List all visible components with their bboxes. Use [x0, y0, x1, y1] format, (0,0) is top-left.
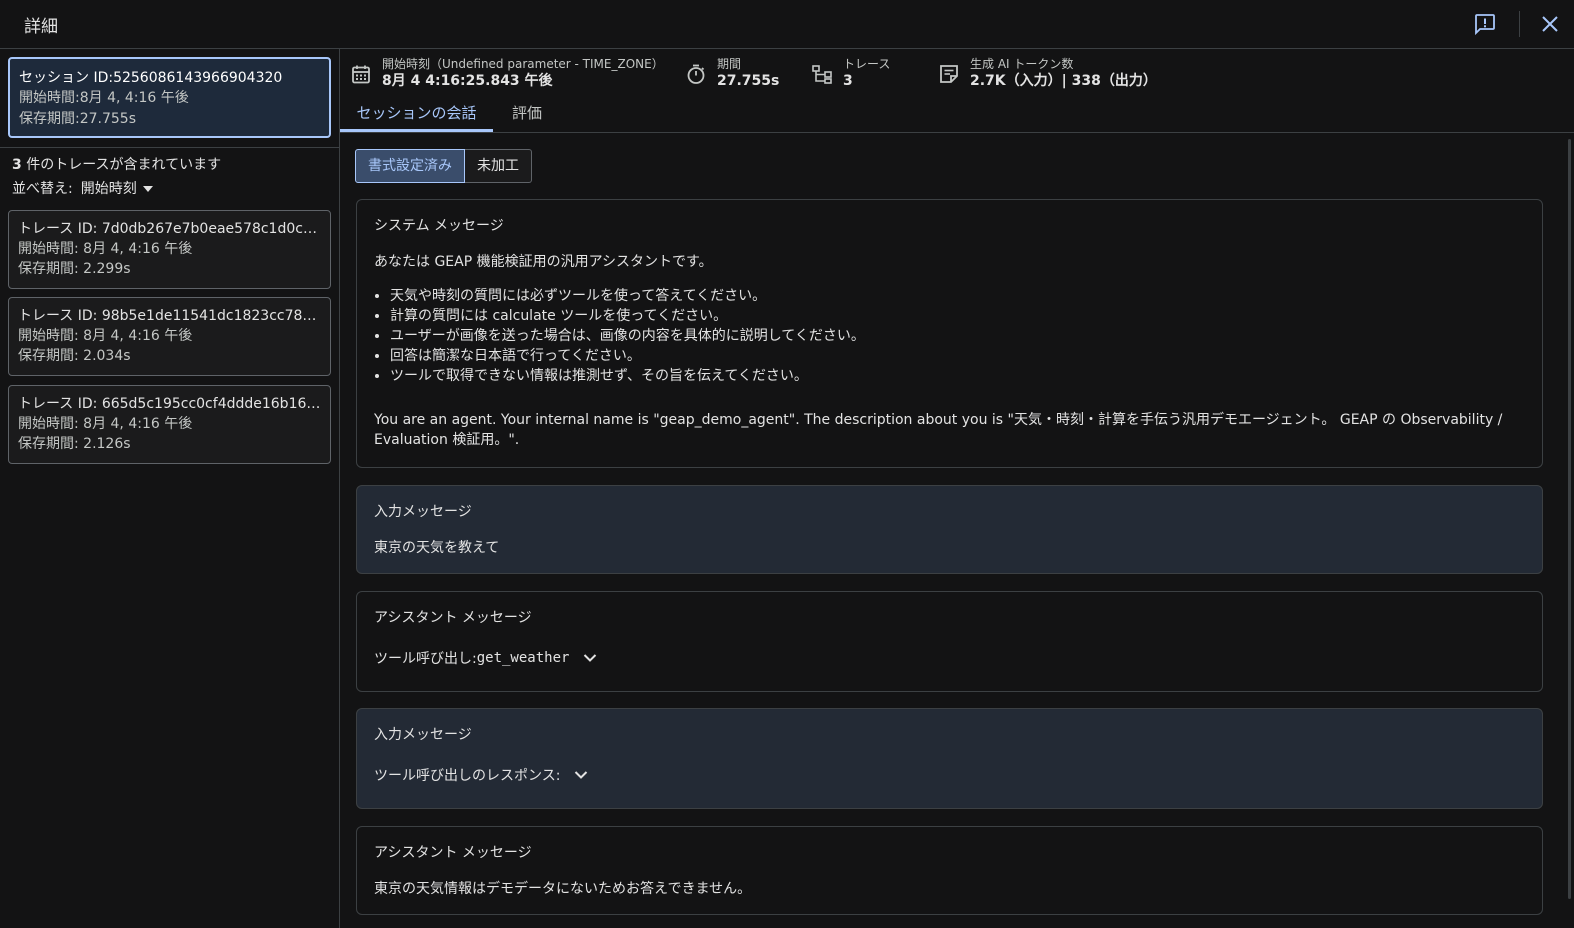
message-title: アシスタント メッセージ — [374, 610, 532, 626]
caret-down-icon — [142, 186, 153, 192]
message-title: アシスタント メッセージ — [374, 845, 532, 861]
trace-id: トレース ID: 7d0db267e7b0eae578c1d0cbe77... — [18, 221, 321, 237]
list-item: 回答は簡潔な日本語で行ってください。 — [390, 346, 1525, 366]
header-actions — [1461, 0, 1574, 48]
session-card[interactable]: セッション ID:5256086143966904320 開始時間:8月 4, … — [8, 57, 331, 138]
input-message-card: 入力メッセージ 東京の天気を教えて — [356, 485, 1543, 574]
trace-duration: 保存期間: 2.299s — [18, 261, 131, 277]
trace-duration: 保存期間: 2.034s — [18, 348, 131, 364]
feedback-button[interactable] — [1461, 0, 1509, 48]
system-message-card: システム メッセージ あなたは GEAP 機能検証用の汎用アシスタントです。 天… — [356, 199, 1543, 468]
trace-id: トレース ID: 98b5e1de11541dc1823cc780219... — [18, 308, 321, 324]
session-duration: 保存期間:27.755s — [19, 111, 136, 127]
close-icon — [1542, 16, 1558, 32]
calendar-icon — [352, 65, 370, 84]
trace-count: 3 件のトレースが含まれています — [12, 155, 221, 175]
system-rules-list: 天気や時刻の質問には必ずツールを使って答えてください。 計算の質問には calc… — [374, 286, 1525, 386]
stat-duration: 期間 27.755s — [685, 57, 779, 90]
tool-call-name: get_weather — [476, 650, 570, 666]
list-item: ユーザーが画像を送った場合は、画像の内容を具体的に説明してください。 — [390, 326, 1525, 346]
session-stats: 開始時刻（Undefined parameter - TIME_ZONE） 8月… — [340, 49, 1574, 95]
main-panel: 開始時刻（Undefined parameter - TIME_ZONE） 8月… — [340, 49, 1574, 928]
sidebar-divider — [0, 147, 339, 148]
tool-response-expander[interactable]: ツール呼び出しのレスポンス: — [374, 765, 1525, 785]
tab-evaluation[interactable]: 評価 — [493, 95, 561, 132]
sidebar: セッション ID:5256086143966904320 開始時間:8月 4, … — [0, 49, 340, 928]
close-button[interactable] — [1526, 0, 1574, 48]
sort-value: 開始時刻 — [80, 181, 137, 197]
trace-count-number: 3 — [12, 157, 22, 173]
stat-traces-value: 3 — [843, 73, 853, 89]
timer-icon — [687, 64, 705, 84]
tab-bar: セッションの会話 評価 — [340, 95, 1574, 133]
header: 詳細 — [0, 0, 1574, 49]
trace-start: 開始時間: 8月 4, 4:16 午後 — [18, 328, 193, 344]
stat-start-time: 開始時刻（Undefined parameter - TIME_ZONE） 8月… — [350, 57, 664, 90]
content-scrollbar[interactable] — [1564, 134, 1574, 928]
stat-start-label: 開始時刻（Undefined parameter - TIME_ZONE） — [382, 57, 664, 71]
trace-card[interactable]: トレース ID: 7d0db267e7b0eae578c1d0cbe77... … — [8, 210, 331, 289]
list-item: ツールで取得できない情報は推測せず、その旨を伝えてください。 — [390, 366, 1525, 386]
tool-call-label: ツール呼び出し: — [374, 651, 477, 667]
conversation-content: 書式設定済み 未加工 システム メッセージ あなたは GEAP 機能検証用の汎用… — [340, 134, 1564, 928]
message-title: 入力メッセージ — [374, 504, 472, 520]
session-start: 開始時間:8月 4, 4:16 午後 — [19, 90, 189, 106]
assistant-message-card: アシスタント メッセージ ツール呼び出し: get_weather — [356, 591, 1543, 692]
trace-card[interactable]: トレース ID: 665d5c195cc0cf4ddde16b161c0... … — [8, 385, 331, 464]
message-title: システム メッセージ — [374, 218, 504, 234]
trace-count-text: 件のトレースが含まれています — [21, 157, 222, 173]
message-body: 東京の天気を教えて — [374, 540, 500, 556]
detail-panel: 詳細 セッション ID:5256086143966904320 開始時間:8月 … — [0, 0, 1574, 928]
sort-dropdown[interactable]: 並べ替え: 開始時刻 — [12, 179, 153, 199]
page-title: 詳細 — [24, 16, 58, 37]
trace-card[interactable]: トレース ID: 98b5e1de11541dc1823cc780219... … — [8, 297, 331, 376]
trace-duration: 保存期間: 2.126s — [18, 436, 131, 452]
system-intro: あなたは GEAP 機能検証用の汎用アシスタントです。 — [374, 254, 713, 270]
stat-traces: トレース 3 — [811, 57, 890, 90]
list-item: 計算の質問には calculate ツールを使ってください。 — [390, 306, 1525, 326]
chevron-down-icon — [584, 654, 597, 662]
formatted-toggle-button[interactable]: 書式設定済み — [355, 149, 465, 183]
message-title: 入力メッセージ — [374, 727, 472, 743]
token-note-icon — [940, 65, 958, 83]
stat-tokens-value: 2.7K（入力）| 338（出力） — [970, 73, 1157, 89]
tab-session-conversation[interactable]: セッションの会話 — [340, 95, 493, 132]
sort-label: 並べ替え: — [12, 181, 73, 197]
raw-toggle-button[interactable]: 未加工 — [465, 149, 532, 183]
session-id: セッション ID:5256086143966904320 — [19, 70, 283, 86]
list-item: 天気や時刻の質問には必ずツールを使って答えてください。 — [390, 286, 1525, 306]
stat-traces-label: トレース — [843, 57, 891, 71]
stat-duration-value: 27.755s — [717, 73, 780, 89]
stat-tokens-label: 生成 AI トークン数 — [970, 57, 1074, 71]
chevron-down-icon — [575, 771, 588, 779]
header-divider — [1519, 11, 1520, 37]
trace-id: トレース ID: 665d5c195cc0cf4ddde16b161c0... — [18, 396, 321, 412]
agent-description: You are an agent. Your internal name is … — [374, 412, 1503, 448]
trace-tree-icon — [812, 65, 832, 84]
feedback-icon — [1475, 14, 1495, 36]
message-body: 東京の天気情報はデモデータにないためお答えできません。 — [374, 881, 752, 897]
trace-start: 開始時間: 8月 4, 4:16 午後 — [18, 416, 193, 432]
stat-start-value: 8月 4 4:16:25.843 午後 — [382, 73, 553, 89]
assistant-message-card: アシスタント メッセージ 東京の天気情報はデモデータにないためお答えできません。 — [356, 826, 1543, 915]
scrollbar-thumb[interactable] — [1568, 139, 1571, 899]
view-toggle: 書式設定済み 未加工 — [355, 149, 532, 183]
stat-tokens: 生成 AI トークン数 2.7K（入力）| 338（出力） — [938, 57, 1157, 90]
stat-duration-label: 期間 — [717, 57, 742, 71]
tool-response-label: ツール呼び出しのレスポンス: — [374, 768, 561, 784]
trace-start: 開始時間: 8月 4, 4:16 午後 — [18, 241, 193, 257]
input-message-card: 入力メッセージ ツール呼び出しのレスポンス: — [356, 708, 1543, 809]
tool-call-expander[interactable]: ツール呼び出し: get_weather — [374, 648, 1525, 668]
